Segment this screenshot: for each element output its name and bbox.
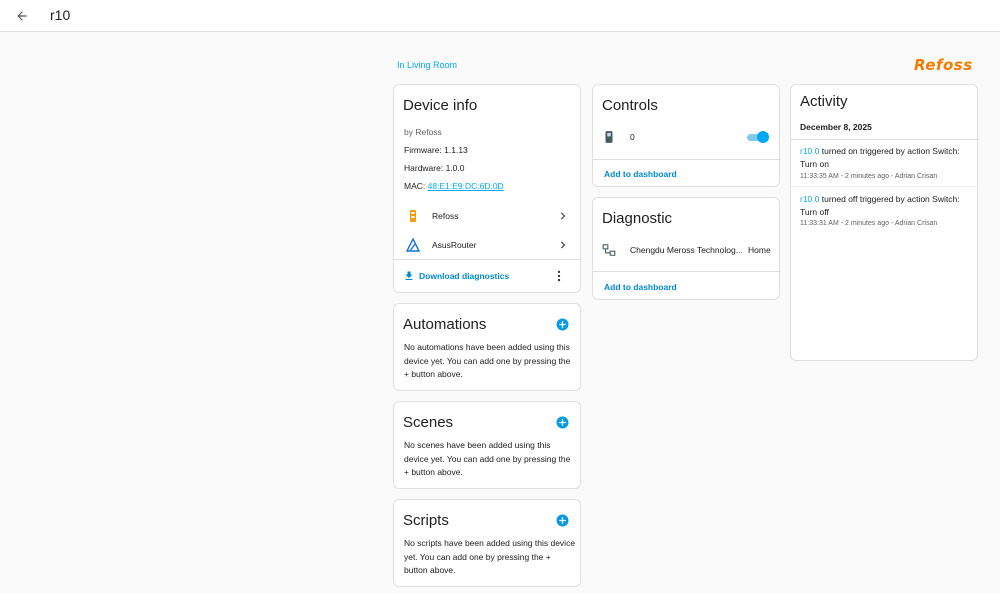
activity-time: 11:33:35 AM - 2 minutes ago - xyxy=(800,173,895,180)
mac-label: MAC: xyxy=(404,181,426,191)
card-divider xyxy=(791,139,979,140)
switch-knob xyxy=(757,131,769,143)
page-title: r10 xyxy=(50,7,71,23)
diagnostic-entity-value: Home xyxy=(748,245,771,255)
hardware-text: Hardware: 1.0.0 xyxy=(404,163,465,173)
back-button[interactable] xyxy=(12,6,32,26)
download-icon xyxy=(405,271,413,280)
scripts-title: Scripts xyxy=(403,512,449,529)
scenes-title: Scenes xyxy=(403,414,454,431)
chevron-right-icon xyxy=(561,241,566,249)
controls-card: Controls 0 Add to dashboard xyxy=(592,84,781,187)
integration-label: AsusRouter xyxy=(432,240,477,250)
automations-title: Automations xyxy=(403,316,487,333)
download-diagnostics-label: Download diagnostics xyxy=(419,271,510,281)
device-info-title: Device info xyxy=(403,97,478,114)
download-diagnostics-button[interactable]: Download diagnostics xyxy=(403,270,509,282)
activity-meta: 11:33:35 AM - 2 minutes ago - Adrian Cri… xyxy=(800,173,937,180)
arrow-left-icon xyxy=(17,11,27,21)
activity-card: Activity December 8, 2025 r10 0 turned o… xyxy=(790,84,979,361)
brand-logo: Refoss xyxy=(914,56,973,74)
activity-entry: r10 0 turned off triggered by action Swi… xyxy=(800,193,970,219)
diagnostic-add-to-dashboard-button[interactable]: Add to dashboard xyxy=(604,282,677,292)
activity-user-link[interactable]: Adrian Crisan xyxy=(895,173,937,180)
mac-address-link[interactable]: 48:E1:E9:DC:6D:0D xyxy=(428,181,504,191)
switch-icon xyxy=(605,131,613,143)
activity-time: 11:33:31 AM - 2 minutes ago - xyxy=(800,220,895,227)
activity-entity-link[interactable]: r10 0 xyxy=(800,194,819,204)
integration-asusrouter[interactable]: AsusRouter xyxy=(394,232,582,258)
controls-title: Controls xyxy=(602,97,658,114)
card-divider xyxy=(593,159,781,160)
diagnostic-title: Diagnostic xyxy=(602,210,673,227)
activity-text: turned on triggered by action Switch: Tu… xyxy=(800,146,960,169)
chevron-right-icon xyxy=(561,212,566,220)
switch-toggle[interactable] xyxy=(747,131,769,143)
controls-entity-label[interactable]: 0 xyxy=(630,132,635,142)
add-automation-button[interactable] xyxy=(556,318,569,331)
asusrouter-icon xyxy=(406,238,420,252)
controls-add-to-dashboard-button[interactable]: Add to dashboard xyxy=(604,169,677,179)
device-info-card: Device info by Refoss Firmware: 1.1.13 H… xyxy=(393,84,582,293)
top-app-bar: r10 xyxy=(0,0,1000,32)
diagnostic-entity-label[interactable]: Chengdu Meross Technolog... xyxy=(630,245,743,255)
scenes-card: Scenes No scenes have been added using t… xyxy=(393,401,581,489)
diagnostic-card: Diagnostic Chengdu Meross Technolog... H… xyxy=(592,197,781,300)
activity-user-link[interactable]: Adrian Crisan xyxy=(895,220,937,227)
activity-date: December 8, 2025 xyxy=(800,122,872,132)
area-link[interactable]: In Living Room xyxy=(397,60,457,70)
card-divider xyxy=(394,259,582,260)
add-scene-button[interactable] xyxy=(556,416,569,429)
automations-empty-text: No automations have been added using thi… xyxy=(404,342,571,379)
scenes-empty-text: No scenes have been added using this dev… xyxy=(404,440,571,477)
refoss-icon xyxy=(410,210,416,222)
scripts-card: Scripts No scripts have been added using… xyxy=(393,499,581,587)
activity-entry: r10 0 turned on triggered by action Swit… xyxy=(800,145,970,171)
automations-card: Automations No automations have been add… xyxy=(393,303,581,391)
add-script-button[interactable] xyxy=(556,514,569,527)
mac-row: MAC: 48:E1:E9:DC:6D:0D xyxy=(404,181,504,191)
manufacturer-text: by Refoss xyxy=(404,127,442,137)
card-divider xyxy=(593,271,781,272)
firmware-text: Firmware: 1.1.13 xyxy=(404,145,468,155)
activity-title: Activity xyxy=(800,93,848,110)
card-divider xyxy=(791,186,979,187)
more-vertical-icon xyxy=(557,270,561,282)
activity-meta: 11:33:31 AM - 2 minutes ago - Adrian Cri… xyxy=(800,220,937,227)
activity-text: turned off triggered by action Switch: T… xyxy=(800,194,960,217)
integration-label: Refoss xyxy=(432,211,459,221)
more-options-button[interactable] xyxy=(552,268,566,284)
network-icon xyxy=(602,244,616,256)
integration-refoss[interactable]: Refoss xyxy=(394,203,582,229)
activity-entity-link[interactable]: r10 0 xyxy=(800,146,819,156)
scripts-empty-text: No scripts have been added using this de… xyxy=(404,538,576,575)
